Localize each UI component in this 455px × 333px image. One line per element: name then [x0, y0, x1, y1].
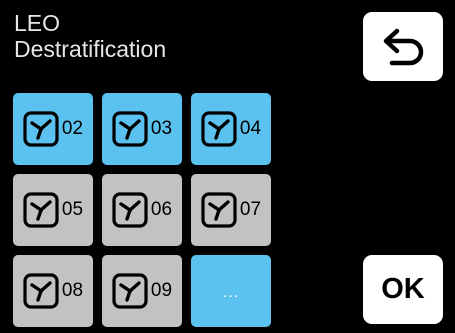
unit-tile-07[interactable]: 07 [191, 174, 271, 246]
unit-tile-03[interactable]: 03 [102, 93, 182, 165]
unit-tile-06[interactable]: 06 [102, 174, 182, 246]
fan-icon [23, 111, 59, 147]
fan-icon [23, 273, 59, 309]
more-label: ... [222, 284, 240, 301]
ok-label: OK [381, 273, 425, 305]
unit-tile-02[interactable]: 02 [13, 93, 93, 165]
fan-icon [112, 273, 148, 309]
fan-icon [201, 192, 237, 228]
fan-icon [23, 192, 59, 228]
unit-number: 07 [239, 199, 262, 220]
unit-tile-09[interactable]: 09 [102, 255, 182, 327]
fan-icon [112, 111, 148, 147]
unit-number: 05 [61, 199, 84, 220]
unit-number: 09 [150, 280, 173, 301]
page-title: LEO Destratification [14, 10, 166, 62]
fan-icon [201, 111, 237, 147]
unit-tile-08[interactable]: 08 [13, 255, 93, 327]
unit-number: 06 [150, 199, 173, 220]
more-units-button[interactable]: ... [191, 255, 271, 327]
unit-grid: 02 03 04 05 06 07 08 09 ... [13, 93, 272, 329]
title-line-product: LEO [14, 10, 61, 36]
unit-number: 08 [61, 280, 84, 301]
back-arrow-icon [383, 28, 424, 65]
back-button[interactable] [363, 12, 443, 81]
unit-tile-05[interactable]: 05 [13, 174, 93, 246]
title-line-mode: Destratification [14, 36, 167, 62]
unit-number: 04 [239, 118, 262, 139]
unit-number: 02 [61, 118, 84, 139]
fan-icon [112, 192, 148, 228]
ok-button[interactable]: OK [363, 255, 443, 324]
unit-tile-04[interactable]: 04 [191, 93, 271, 165]
unit-number: 03 [150, 118, 173, 139]
